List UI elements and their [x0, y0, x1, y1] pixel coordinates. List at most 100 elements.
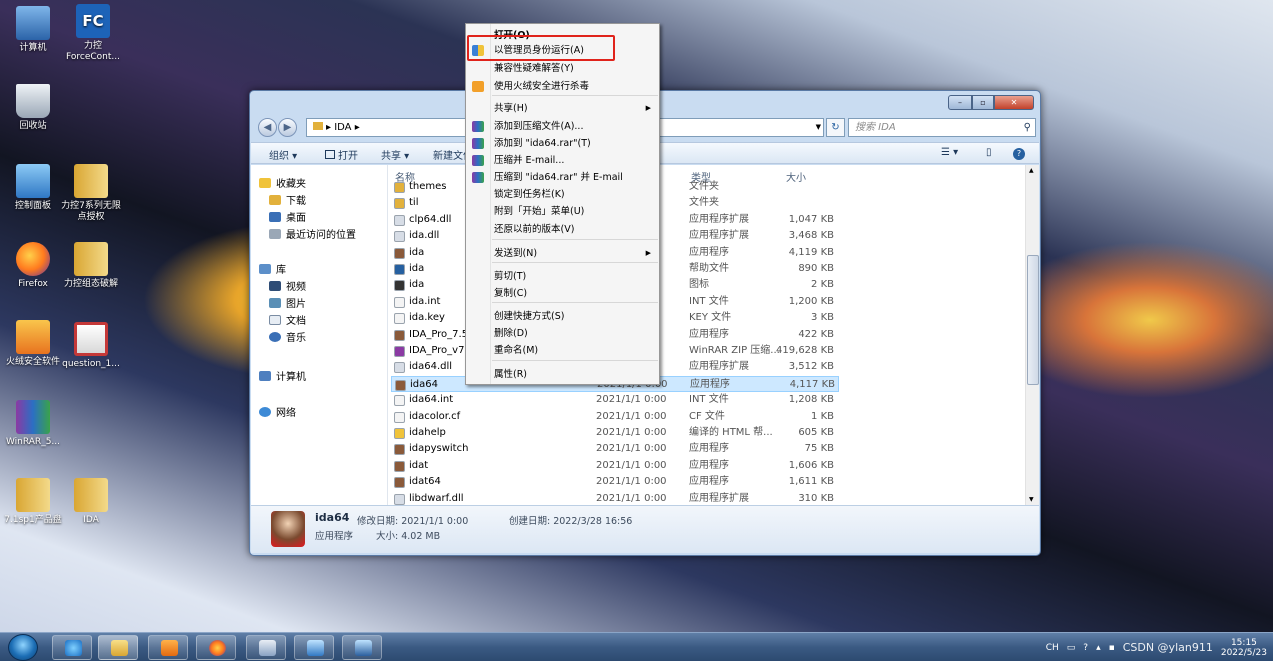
language-indicator[interactable]: CH: [1046, 643, 1059, 653]
menu-item[interactable]: 压缩并 E-mail...: [466, 152, 659, 169]
taskbar-app-2[interactable]: [294, 635, 334, 660]
dropdown-icon[interactable]: ▼: [816, 119, 821, 136]
taskbar-ie[interactable]: [52, 635, 92, 660]
nav-network[interactable]: 网络: [259, 404, 296, 419]
file-row[interactable]: libdwarf.dll 2021/1/1 0:00 应用程序扩展 310 KB: [391, 491, 839, 505]
scroll-down-icon[interactable]: ▼: [1029, 496, 1034, 503]
menu-item[interactable]: 使用火绒安全进行杀毒: [466, 78, 659, 95]
close-button[interactable]: ✕: [994, 95, 1034, 110]
view-options-icon[interactable]: ☰ ▾: [941, 147, 958, 158]
desktop-icon-product-disc[interactable]: 7.1sp1产品盘: [2, 478, 64, 526]
nav-downloads[interactable]: 下载: [269, 192, 306, 207]
desktop-icon-ida[interactable]: IDA: [60, 478, 122, 526]
menu-item[interactable]: 剪切(T): [466, 268, 659, 285]
scroll-up-icon[interactable]: ▲: [1029, 167, 1034, 174]
help-icon[interactable]: ?: [1013, 148, 1025, 160]
vertical-scrollbar[interactable]: ▲ ▼: [1025, 165, 1039, 505]
menu-item[interactable]: 创建快捷方式(S): [466, 308, 659, 325]
nav-pictures[interactable]: 图片: [269, 295, 306, 310]
nav-videos[interactable]: 视频: [269, 278, 306, 293]
taskbar-app-3[interactable]: [342, 635, 382, 660]
minimize-button[interactable]: –: [948, 95, 972, 110]
menu-item[interactable]: 添加到压缩文件(A)...: [466, 118, 659, 135]
winrar-icon: [472, 121, 484, 132]
nav-computer[interactable]: 计算机: [259, 368, 306, 383]
menu-item[interactable]: 锁定到任务栏(K): [466, 186, 659, 203]
menu-item[interactable]: 共享(H) ▶: [466, 100, 659, 117]
nav-music[interactable]: 音乐: [269, 329, 306, 344]
file-icon: [394, 247, 405, 259]
file-row[interactable]: idahelp 2021/1/1 0:00 编译的 HTML 帮... 605 KB: [391, 425, 839, 441]
organize-button[interactable]: 组织 ▾: [269, 147, 297, 162]
file-row[interactable]: idapyswitch 2021/1/1 0:00 应用程序 75 KB: [391, 441, 839, 457]
menu-item[interactable]: 复制(C): [466, 285, 659, 302]
menu-separator: [492, 262, 658, 263]
star-icon: [259, 177, 271, 188]
file-icon: [394, 428, 405, 439]
help-icon[interactable]: ?: [1083, 643, 1088, 653]
taskbar-app-1[interactable]: [246, 635, 286, 660]
desktop-icon-winrar[interactable]: WinRAR_5...: [2, 400, 64, 448]
network-icon[interactable]: ▪: [1109, 643, 1115, 653]
taskbar-firefox[interactable]: [196, 635, 236, 660]
desktop-icon-crack[interactable]: 力控组态破解: [60, 242, 122, 290]
file-name: idapyswitch: [409, 443, 469, 455]
scrollbar-thumb[interactable]: [1027, 255, 1039, 385]
menu-item[interactable]: 添加到 "ida64.rar"(T): [466, 135, 659, 152]
menu-item[interactable]: 附到「开始」菜单(U): [466, 203, 659, 220]
desktop-icon-license-folder[interactable]: 力控7系列无限点授权: [60, 164, 122, 223]
file-row[interactable]: idat64 2021/1/1 0:00 应用程序 1,611 KB: [391, 474, 839, 490]
menu-item[interactable]: 兼容性疑难解答(Y): [466, 60, 659, 77]
desktop-icon-forcecontrol[interactable]: FC 力控ForceCont...: [62, 4, 124, 63]
desktop-icon-question[interactable]: question_1...: [60, 322, 122, 370]
menu-item-label: 添加到 "ida64.rar"(T): [494, 138, 591, 149]
file-date: 2021/1/1 0:00: [596, 394, 667, 406]
computer-icon: [16, 6, 50, 40]
desktop-icon-huorong[interactable]: 火绒安全软件: [2, 320, 64, 368]
menu-item[interactable]: 还原以前的版本(V): [466, 221, 659, 238]
file-size: 1 KB: [811, 410, 834, 422]
tray-expand-icon[interactable]: ▴: [1096, 643, 1101, 653]
folder-icon: [313, 122, 323, 130]
search-input[interactable]: 搜索 IDA ⚲: [848, 118, 1036, 137]
file-row[interactable]: idacolor.cf 2021/1/1 0:00 CF 文件 1 KB: [391, 409, 839, 425]
menu-item[interactable]: 删除(D): [466, 325, 659, 342]
nav-favorites[interactable]: 收藏夹: [259, 175, 306, 190]
file-type: 应用程序: [689, 328, 729, 340]
nav-recent[interactable]: 最近访问的位置: [269, 226, 356, 241]
menu-item-label: 属性(R): [494, 369, 528, 380]
file-icon: [394, 231, 405, 243]
keyboard-icon[interactable]: ▭: [1067, 643, 1076, 653]
desktop-icon-control-panel[interactable]: 控制面板: [2, 164, 64, 212]
forward-button[interactable]: ▶: [278, 118, 297, 137]
share-button[interactable]: 共享 ▾: [381, 147, 409, 162]
file-type: 帮助文件: [689, 263, 729, 274]
desktop-icon-computer[interactable]: 计算机: [2, 6, 64, 54]
file-icon: [394, 460, 405, 472]
preview-pane-icon[interactable]: ▯: [986, 147, 992, 158]
nav-documents[interactable]: 文档: [269, 312, 306, 327]
maximize-button[interactable]: ▫: [972, 95, 994, 110]
menu-item[interactable]: 属性(R): [466, 366, 659, 383]
taskbar-media-player[interactable]: [148, 635, 188, 660]
desktop-icon-recycle-bin[interactable]: 回收站: [2, 84, 64, 132]
menu-item[interactable]: 重命名(M): [466, 342, 659, 359]
start-button[interactable]: [8, 634, 38, 661]
clock[interactable]: 15:15 2022/5/23: [1221, 638, 1267, 658]
file-name: ida64.int: [409, 394, 454, 406]
file-row[interactable]: idat 2021/1/1 0:00 应用程序 1,606 KB: [391, 458, 839, 474]
taskbar-explorer[interactable]: [98, 635, 138, 660]
file-size: 422 KB: [798, 328, 834, 340]
nav-desktop[interactable]: 桌面: [269, 209, 306, 224]
file-icon: [394, 411, 405, 423]
menu-item[interactable]: 发送到(N) ▶: [466, 245, 659, 262]
refresh-button[interactable]: ↻: [826, 118, 845, 137]
menu-item[interactable]: 压缩到 "ida64.rar" 并 E-mail: [466, 169, 659, 186]
nav-libraries[interactable]: 库: [259, 261, 286, 276]
desktop-icon-firefox[interactable]: Firefox: [2, 242, 64, 290]
open-button[interactable]: 打开: [325, 147, 358, 162]
file-icon: [394, 182, 405, 193]
file-row[interactable]: ida64.int 2021/1/1 0:00 INT 文件 1,208 KB: [391, 392, 839, 408]
file-name: ida: [409, 246, 425, 258]
back-button[interactable]: ◀: [258, 118, 277, 137]
